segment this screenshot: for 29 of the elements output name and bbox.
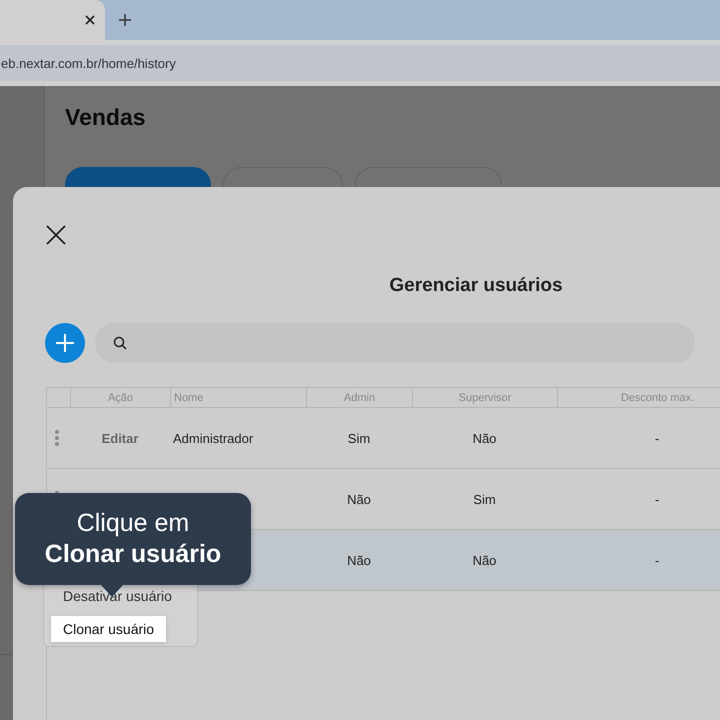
table-cell-text: - xyxy=(654,552,660,568)
close-icon[interactable] xyxy=(46,225,66,245)
column-header: Admin xyxy=(306,388,412,407)
plus-icon[interactable] xyxy=(119,14,131,26)
table-cell-text: Não xyxy=(346,552,372,568)
table-cell-text: Não xyxy=(472,552,498,568)
add-button[interactable] xyxy=(45,323,85,363)
table-cell-text: Não xyxy=(472,430,498,446)
column-header: Ação xyxy=(70,388,170,407)
column-header: Desconto max. xyxy=(557,388,720,407)
search-field[interactable] xyxy=(95,323,695,363)
page-title: Vendas xyxy=(65,104,147,131)
table-cell-text: - xyxy=(654,492,660,506)
column-header: Nome xyxy=(170,388,306,407)
table-cell-text: Sim xyxy=(472,492,497,506)
tooltip: Clique em Clonar usuário xyxy=(15,493,251,585)
address-bar[interactable]: eb.nextar.com.br/home/history xyxy=(0,45,720,81)
dialog-title: Gerenciar usuários xyxy=(388,275,564,297)
table-row[interactable]: Editar Administrador Sim Não - xyxy=(47,408,720,469)
plus-icon xyxy=(55,333,75,353)
column-header: Supervisor xyxy=(412,388,557,407)
table-cell-text: Não xyxy=(346,492,372,506)
menu-item[interactable]: Clonar usuário xyxy=(51,616,166,642)
table-cell-text: Administrador xyxy=(172,430,254,446)
table-cell-text: Sim xyxy=(346,430,372,446)
close-icon[interactable] xyxy=(85,15,95,25)
table-cell-text: - xyxy=(654,430,660,446)
search-icon xyxy=(113,336,127,350)
edit-link[interactable]: Editar xyxy=(70,430,170,446)
